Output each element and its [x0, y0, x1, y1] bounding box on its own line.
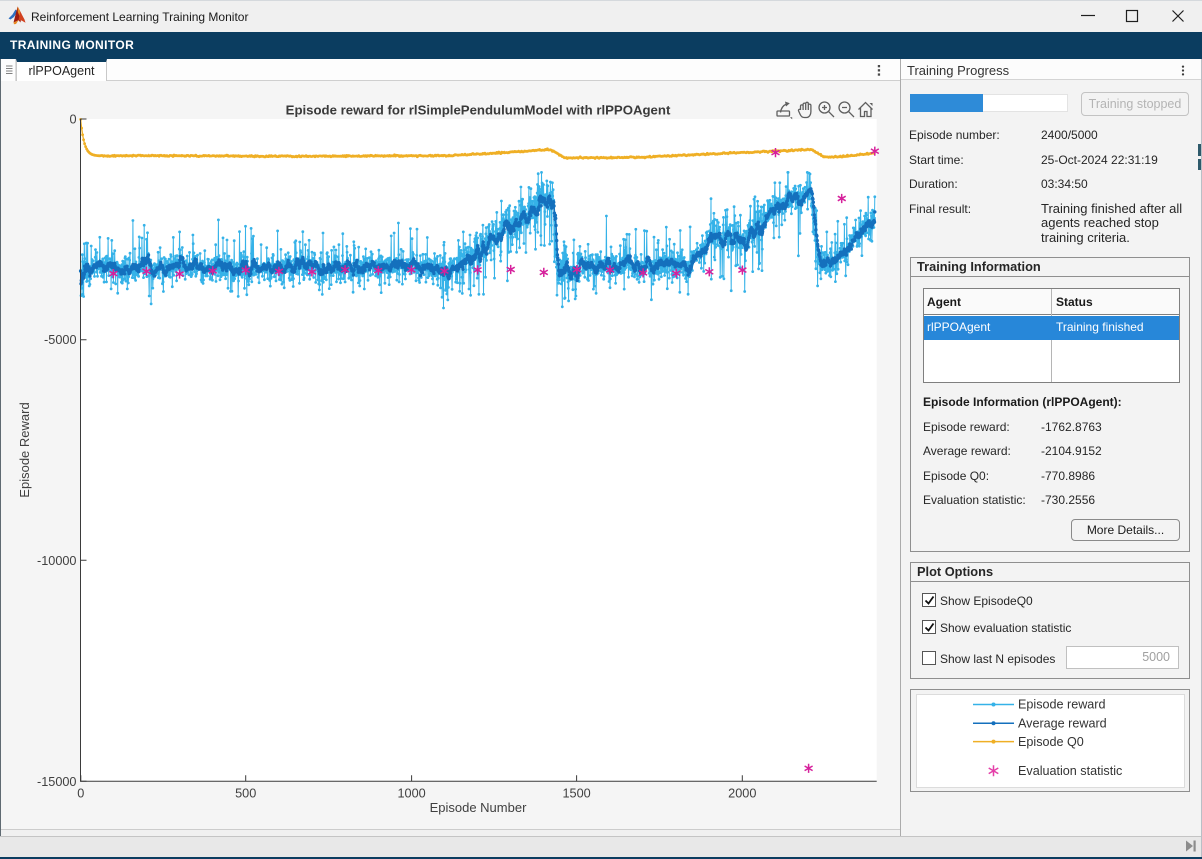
svg-text:-10000: -10000: [37, 554, 77, 568]
svg-text:-5000: -5000: [44, 333, 76, 347]
svg-text:500: 500: [235, 787, 256, 801]
svg-text:Evaluation statistic: Evaluation statistic: [1018, 764, 1122, 778]
svg-text:Episode reward: Episode reward: [1018, 698, 1106, 712]
svg-text:0: 0: [69, 113, 76, 127]
svg-text:1500: 1500: [562, 787, 590, 801]
svg-text:2000: 2000: [728, 787, 756, 801]
svg-text:0: 0: [77, 787, 84, 801]
svg-text:Average reward: Average reward: [1018, 717, 1107, 731]
svg-text:-15000: -15000: [37, 775, 77, 789]
svg-text:Episode Number: Episode Number: [430, 800, 527, 815]
svg-text:Episode reward for rlSimplePen: Episode reward for rlSimplePendulumModel…: [286, 103, 671, 118]
svg-text:1000: 1000: [397, 787, 425, 801]
svg-text:Episode Reward: Episode Reward: [17, 402, 32, 497]
svg-text:Episode Q0: Episode Q0: [1018, 735, 1084, 749]
